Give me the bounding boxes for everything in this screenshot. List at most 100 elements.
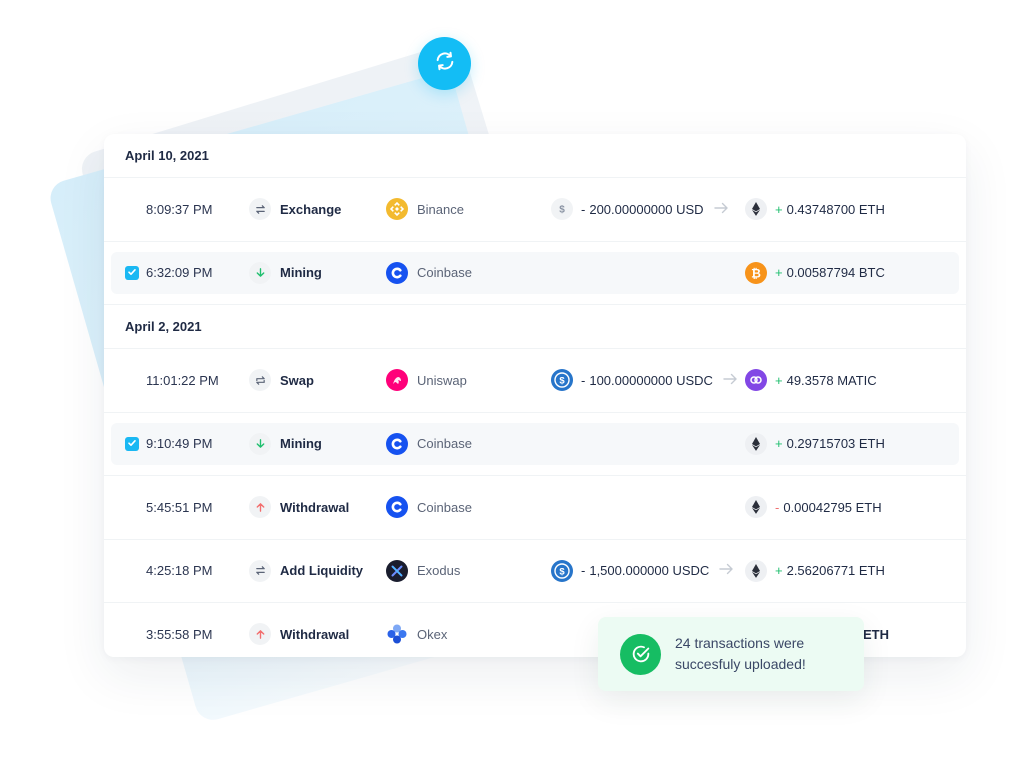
arrow-right-icon bbox=[713, 202, 728, 217]
transaction-time: 3:55:58 PM bbox=[146, 626, 213, 642]
received-value: 0.00042795 ETH bbox=[783, 499, 882, 515]
received-sign: + bbox=[775, 372, 783, 388]
received-amount: +49.3578 MATIC bbox=[745, 349, 877, 412]
polygon-icon bbox=[745, 369, 767, 392]
transaction-time: 5:45:51 PM bbox=[146, 499, 213, 515]
arrow-down-icon bbox=[249, 432, 271, 455]
transaction-time: 8:09:37 PM bbox=[146, 201, 213, 217]
uniswap-logo bbox=[386, 369, 408, 392]
exchange-name: Uniswap bbox=[417, 372, 467, 388]
sent-amount-text: -100.00000000 USDC bbox=[581, 373, 713, 388]
ethereum-icon bbox=[745, 559, 767, 582]
toast-message: 24 transactions were succesfuly uploaded… bbox=[675, 633, 806, 675]
transaction-time: 4:25:18 PM bbox=[146, 563, 213, 579]
received-value: 0.29715703 ETH bbox=[786, 436, 885, 452]
row-checkbox[interactable] bbox=[125, 435, 139, 453]
received-value: 0.43748700 ETH bbox=[786, 201, 885, 217]
coinbase-logo bbox=[386, 496, 408, 519]
transaction-row[interactable]: 5:45:51 PM Withdrawal Coinbase -0.00042795 … bbox=[104, 476, 966, 540]
exchange[interactable]: Coinbase bbox=[386, 476, 472, 539]
transaction-type-label: Withdrawal bbox=[280, 626, 350, 642]
svg-text:$: $ bbox=[559, 376, 565, 387]
transaction-type: Exchange bbox=[249, 178, 341, 241]
received-value: 0.00587794 BTC bbox=[786, 265, 885, 281]
svg-text:$: $ bbox=[559, 205, 565, 216]
exchange-name: Coinbase bbox=[417, 265, 472, 281]
exchange[interactable]: Uniswap bbox=[386, 349, 467, 412]
sent-sign: - bbox=[581, 372, 586, 388]
arrow-up-icon bbox=[249, 623, 271, 646]
binance-logo bbox=[386, 198, 408, 221]
transaction-type: Swap bbox=[249, 349, 314, 412]
received-sign: - bbox=[775, 499, 780, 515]
ethereum-icon bbox=[745, 432, 767, 455]
transaction-type-label: Exchange bbox=[280, 201, 342, 217]
ethereum-icon bbox=[745, 496, 767, 519]
transaction-type-label: Withdrawal bbox=[280, 499, 350, 515]
sent-amount: $ -200.00000000 USD bbox=[551, 178, 728, 241]
received-sign: + bbox=[775, 265, 783, 281]
transaction-type-label: Swap bbox=[280, 372, 314, 388]
refresh-icon bbox=[434, 50, 456, 77]
sent-amount-text: -200.00000000 USD bbox=[581, 202, 704, 217]
transaction-type-label: Mining bbox=[280, 436, 322, 452]
transaction-row[interactable]: 6:32:09 PM Mining Coinbase ₿ +0.00587794 BTC bbox=[104, 242, 966, 305]
transaction-time: 9:10:49 PM bbox=[146, 436, 213, 452]
transaction-time: 6:32:09 PM bbox=[146, 265, 213, 281]
sent-amount: $ -1,500.000000 USDC bbox=[551, 540, 734, 603]
received-amount: -0.00042795 ETH bbox=[745, 476, 882, 539]
exchange-name: Okex bbox=[417, 626, 448, 642]
sent-value: 200.00000000 USD bbox=[589, 201, 704, 217]
transaction-type: Add Liquidity bbox=[249, 540, 363, 603]
exchange[interactable]: Binance bbox=[386, 178, 464, 241]
transaction-row[interactable]: 9:10:49 PM Mining Coinbase +0.29715703 ETH bbox=[104, 413, 966, 476]
transaction-type-label: Mining bbox=[280, 265, 322, 281]
exchange[interactable]: Coinbase bbox=[386, 242, 472, 305]
date-group-header: April 10, 2021 bbox=[104, 134, 966, 178]
swap-icon bbox=[249, 369, 271, 392]
sent-sign: - bbox=[581, 201, 586, 217]
row-checkbox[interactable] bbox=[125, 264, 139, 282]
transaction-type: Mining bbox=[249, 413, 322, 476]
exchange[interactable]: Exodus bbox=[386, 540, 460, 603]
svg-text:₿: ₿ bbox=[751, 266, 761, 280]
bitcoin-icon: ₿ bbox=[745, 261, 767, 284]
usdc-icon: $ bbox=[551, 559, 573, 582]
exchange[interactable]: Okex bbox=[386, 603, 447, 657]
exchange-name: Coinbase bbox=[417, 436, 472, 452]
received-amount: +2.56206771 ETH bbox=[745, 540, 885, 603]
upload-success-toast: 24 transactions were succesfuly uploaded… bbox=[598, 617, 864, 691]
received-value: 2.56206771 ETH bbox=[786, 563, 885, 579]
sent-amount: $ -100.00000000 USDC bbox=[551, 349, 737, 412]
transaction-type: Withdrawal bbox=[249, 603, 349, 657]
sent-sign: - bbox=[581, 563, 586, 579]
toast-line-1: 24 transactions were bbox=[675, 635, 805, 651]
sent-value: 1,500.000000 USDC bbox=[589, 563, 710, 579]
transactions-card: April 10, 2021 8:09:37 PM Exchange Binance $… bbox=[104, 134, 966, 657]
transaction-row[interactable]: 4:25:18 PM Add Liquidity Exodus $ -1,500.000… bbox=[104, 540, 966, 603]
svg-text:$: $ bbox=[559, 566, 565, 577]
arrow-down-icon bbox=[249, 261, 271, 284]
transaction-row[interactable]: 11:01:22 PM Swap Uniswap $ -100.00000000 USD… bbox=[104, 349, 966, 413]
received-amount: +0.43748700 ETH bbox=[745, 178, 885, 241]
toast-line-2: succesfuly uploaded! bbox=[675, 656, 806, 672]
exchange[interactable]: Coinbase bbox=[386, 413, 472, 476]
received-amount: +0.29715703 ETH bbox=[745, 413, 885, 476]
checkbox-check-icon bbox=[127, 435, 137, 453]
exchange-icon bbox=[249, 198, 271, 221]
exchange-icon bbox=[249, 559, 271, 582]
checkbox-check-icon bbox=[127, 264, 137, 282]
received-sign: + bbox=[775, 563, 783, 579]
exchange-name: Coinbase bbox=[417, 499, 472, 515]
transaction-type: Mining bbox=[249, 242, 322, 305]
sent-value: 100.00000000 USDC bbox=[589, 372, 713, 388]
arrow-right-icon bbox=[723, 373, 737, 388]
transaction-type-label: Add Liquidity bbox=[280, 563, 364, 579]
ethereum-icon bbox=[745, 198, 767, 221]
okex-logo bbox=[386, 623, 408, 645]
transaction-row[interactable]: 8:09:37 PM Exchange Binance $ -200.00000000 … bbox=[104, 178, 966, 242]
check-circle-icon bbox=[620, 633, 661, 675]
coinbase-logo bbox=[386, 432, 408, 455]
refresh-button[interactable] bbox=[418, 37, 471, 90]
received-value: ETH bbox=[863, 626, 889, 642]
